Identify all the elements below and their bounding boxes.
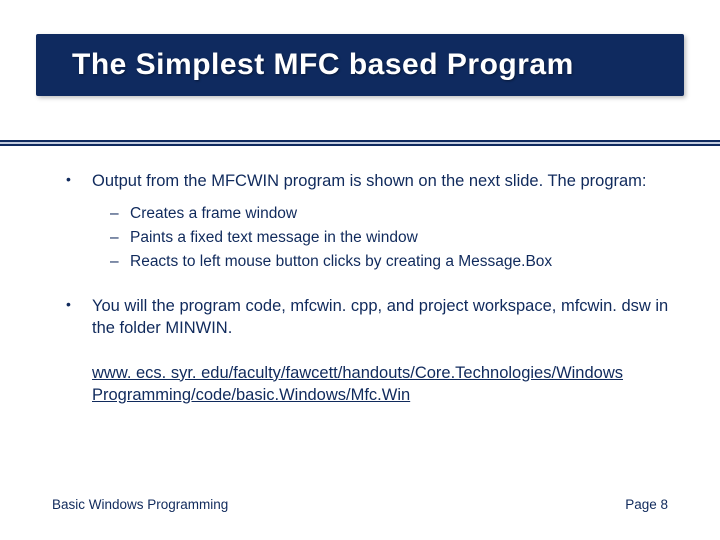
slide: The Simplest MFC based Program Output fr…	[0, 0, 720, 540]
slide-content: Output from the MFCWIN program is shown …	[64, 170, 674, 406]
bullet-list: Output from the MFCWIN program is shown …	[64, 170, 674, 340]
bullet-item: You will the program code, mfcwin. cpp, …	[64, 295, 674, 340]
bullet-text: Output from the MFCWIN program is shown …	[92, 172, 647, 190]
bullet-item: Output from the MFCWIN program is shown …	[64, 170, 674, 273]
divider-rule	[0, 138, 720, 148]
divider-rule-inner	[0, 142, 720, 144]
resource-link[interactable]: www. ecs. syr. edu/faculty/fawcett/hando…	[92, 362, 674, 407]
sub-bullet-item: Paints a fixed text message in the windo…	[108, 228, 674, 249]
footer-left: Basic Windows Programming	[52, 497, 228, 512]
title-band: The Simplest MFC based Program	[36, 34, 684, 96]
sub-bullet-item: Reacts to left mouse button clicks by cr…	[108, 252, 674, 273]
slide-footer: Basic Windows Programming Page 8	[52, 497, 668, 512]
footer-right: Page 8	[625, 497, 668, 512]
sub-bullet-item: Creates a frame window	[108, 204, 674, 225]
bullet-text: You will the program code, mfcwin. cpp, …	[92, 297, 668, 337]
sub-bullet-list: Creates a frame window Paints a fixed te…	[108, 204, 674, 273]
slide-title: The Simplest MFC based Program	[72, 48, 664, 82]
